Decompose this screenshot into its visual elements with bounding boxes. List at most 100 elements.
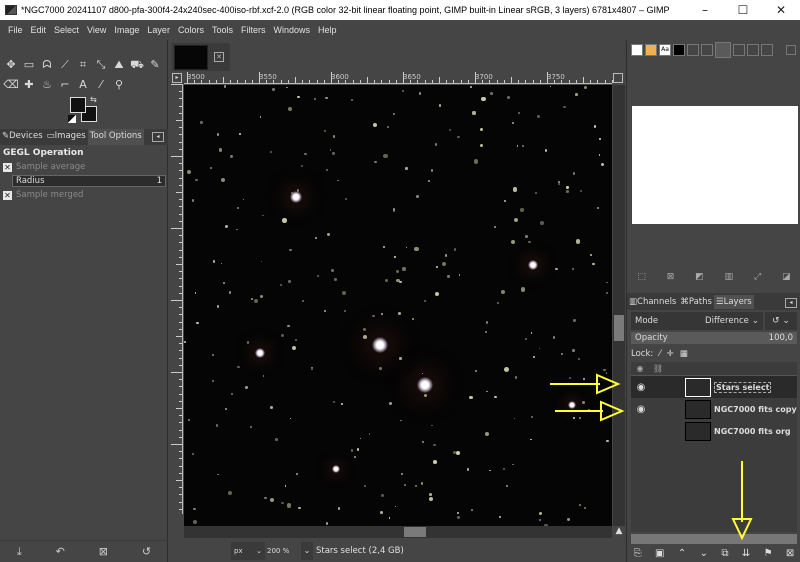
symmetry-tab-icon[interactable]: [747, 44, 759, 56]
image-tab[interactable]: ✕: [172, 43, 230, 71]
transform-tool-icon[interactable]: ⤡: [92, 56, 110, 74]
layer-mode-select[interactable]: Mode Difference ⌄: [631, 312, 763, 330]
menu-filters[interactable]: Filters: [237, 25, 270, 35]
lasso-tool-icon[interactable]: ᗣ: [38, 56, 56, 74]
zoom-dropdown-icon[interactable]: ⌄: [301, 542, 313, 560]
layer-row[interactable]: ◉ NGC7000 fits copy: [631, 398, 797, 420]
tab-devices[interactable]: ✎Devices: [0, 129, 45, 145]
gradients-tab-icon[interactable]: [673, 44, 685, 56]
move-tool-icon[interactable]: ✥: [2, 56, 20, 74]
paint-dynamics-tab-icon[interactable]: [733, 44, 745, 56]
layers-dock-menu-icon[interactable]: ◂: [785, 298, 797, 308]
reset-colors-icon[interactable]: [68, 115, 76, 123]
menu-view[interactable]: View: [83, 25, 110, 35]
radius-spinner[interactable]: Radius 1: [12, 175, 166, 187]
tab-images[interactable]: ▭Images: [45, 129, 88, 145]
sample-merged-row[interactable]: ✕ Sample merged: [0, 188, 168, 202]
pointer-tab-icon[interactable]: [701, 44, 713, 56]
save-options-icon[interactable]: ⤓: [17, 545, 22, 559]
brushes-tab-icon[interactable]: [631, 44, 643, 56]
menu-select[interactable]: Select: [50, 25, 83, 35]
menu-windows[interactable]: Windows: [269, 25, 314, 35]
sample-merged-checkbox[interactable]: ✕: [3, 190, 12, 200]
zoom-1to1-icon[interactable]: ◩: [695, 272, 704, 288]
layer-name[interactable]: NGC7000 fits org: [714, 427, 791, 436]
navigate-icon[interactable]: ▲: [613, 526, 625, 538]
duplicate-layer-icon[interactable]: ⧉: [721, 548, 728, 559]
layer-row[interactable]: ◉ Stars select: [631, 376, 797, 398]
swap-colors-icon[interactable]: ⇆: [90, 95, 97, 104]
visibility-header-icon[interactable]: ◉: [631, 364, 649, 373]
crop-tool-icon[interactable]: ⌗: [74, 56, 92, 74]
delete-layer-icon[interactable]: ⊠: [786, 548, 794, 559]
menu-file[interactable]: File: [4, 25, 27, 35]
opacity-value[interactable]: 100,0: [769, 333, 793, 343]
fuzzy-select-tool-icon[interactable]: ⟋: [56, 56, 74, 74]
layers-scrollbar[interactable]: [631, 534, 797, 544]
vertical-scrollbar[interactable]: [613, 85, 625, 526]
sample-average-row[interactable]: ✕ Sample average: [0, 160, 168, 174]
smudge-tool-icon[interactable]: ♨: [38, 76, 56, 94]
navigation-tab-icon[interactable]: [715, 42, 731, 58]
lock-pixels-icon[interactable]: ⁄: [659, 349, 660, 359]
zoom-in-nav-icon[interactable]: ⊠: [667, 272, 675, 288]
lower-layer-icon[interactable]: ⌄: [700, 548, 708, 559]
horizontal-scrollbar[interactable]: [184, 526, 612, 538]
bucket-fill-tool-icon[interactable]: ⛟: [128, 56, 146, 74]
tool-presets-tab-icon[interactable]: [761, 44, 773, 56]
raise-layer-icon[interactable]: ⌃: [678, 548, 686, 559]
layer-name[interactable]: Stars select: [714, 381, 772, 393]
sample-average-checkbox[interactable]: ✕: [3, 162, 12, 172]
unit-select[interactable]: px ⌄: [231, 542, 265, 560]
eye-icon[interactable]: ◉: [631, 404, 651, 415]
menu-image[interactable]: Image: [110, 25, 143, 35]
paths-tool-icon[interactable]: ⌐: [56, 76, 74, 94]
reset-options-icon[interactable]: ↺: [142, 545, 151, 558]
zoom-out-nav-icon[interactable]: ⬚: [637, 272, 646, 288]
close-image-tab-icon[interactable]: ✕: [214, 52, 224, 62]
restore-options-icon[interactable]: ↶: [56, 545, 65, 558]
add-mask-icon[interactable]: ⚑: [764, 548, 773, 559]
text-tool-icon[interactable]: A: [74, 76, 92, 94]
foreground-color-swatch[interactable]: [70, 97, 86, 113]
image-canvas[interactable]: [184, 85, 612, 526]
paintbrush-tool-icon[interactable]: ✎: [146, 56, 164, 74]
tab-paths[interactable]: ⌘Paths: [678, 295, 714, 309]
eraser-tool-icon[interactable]: ⌫: [2, 76, 20, 94]
dock-menu-icon[interactable]: ◂: [152, 132, 164, 142]
radius-value[interactable]: 1: [157, 176, 162, 186]
menu-tools[interactable]: Tools: [208, 25, 237, 35]
delete-options-icon[interactable]: ⊠: [99, 545, 108, 558]
opacity-slider[interactable]: Opacity 100,0: [631, 332, 797, 344]
zoom-to-window-icon[interactable]: [613, 73, 623, 83]
new-layer-group-icon[interactable]: ▣: [655, 548, 664, 559]
color-picker-tool-icon[interactable]: ⁄: [92, 76, 110, 94]
menu-help[interactable]: Help: [314, 25, 341, 35]
menu-edit[interactable]: Edit: [27, 25, 51, 35]
zoom-input[interactable]: 200 %: [265, 542, 301, 560]
tab-channels[interactable]: ▥Channels: [627, 295, 678, 309]
heal-tool-icon[interactable]: ✚: [20, 76, 38, 94]
warp-tool-icon[interactable]: ⛰: [110, 56, 128, 74]
horizontal-scroll-thumb[interactable]: [404, 527, 426, 537]
fonts-tab-icon[interactable]: Aa: [659, 44, 671, 56]
lock-position-icon[interactable]: ✛: [667, 349, 674, 359]
close-button[interactable]: ✕: [762, 3, 800, 17]
eye-icon[interactable]: ◉: [631, 382, 651, 393]
dock-menu-icon[interactable]: [786, 45, 796, 55]
histogram-tab-icon[interactable]: [687, 44, 699, 56]
menu-colors[interactable]: Colors: [174, 25, 208, 35]
menu-layer[interactable]: Layer: [143, 25, 174, 35]
composite-mode-button[interactable]: ↺ ⌄: [765, 312, 797, 330]
new-layer-icon[interactable]: ⎘: [634, 548, 642, 559]
lock-alpha-icon[interactable]: ▦: [680, 349, 688, 359]
zoom-tool-icon[interactable]: ⚲: [110, 76, 128, 94]
maximize-button[interactable]: ☐: [724, 3, 762, 17]
chain-header-icon[interactable]: ⛓: [649, 364, 667, 373]
fit-image-icon[interactable]: ▥: [725, 272, 734, 288]
tab-layers[interactable]: ☰Layers: [713, 294, 754, 309]
minimize-button[interactable]: –: [686, 3, 724, 17]
merge-down-icon[interactable]: ⇊: [742, 548, 750, 559]
vertical-ruler[interactable]: [171, 84, 183, 514]
rect-select-tool-icon[interactable]: ▭: [20, 56, 38, 74]
